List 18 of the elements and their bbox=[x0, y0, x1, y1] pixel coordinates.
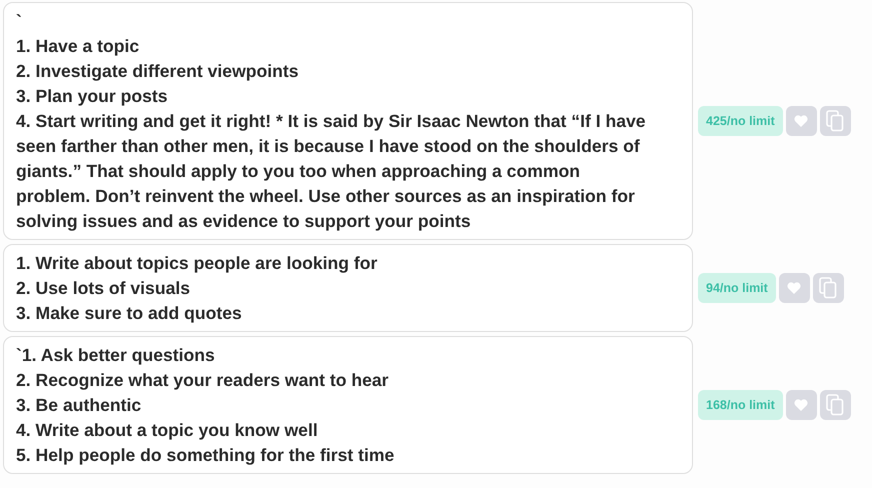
copy-icon bbox=[819, 277, 838, 299]
copy-icon bbox=[826, 394, 844, 416]
message-text: 1. Write about topics people are looking for 2. Use lots of visuals 3. Make sure to add quotes bbox=[16, 252, 378, 325]
character-count: 168/no limit bbox=[698, 390, 783, 420]
copy-button[interactable] bbox=[820, 106, 851, 136]
copy-button[interactable] bbox=[820, 390, 851, 420]
like-button[interactable] bbox=[786, 106, 817, 136]
like-button[interactable] bbox=[786, 390, 817, 420]
copy-button[interactable] bbox=[812, 273, 844, 303]
heart-icon bbox=[794, 115, 808, 127]
like-button[interactable] bbox=[778, 273, 810, 303]
heart-icon bbox=[787, 282, 802, 294]
character-count: 94/no limit bbox=[698, 273, 776, 303]
heart-icon bbox=[794, 399, 808, 411]
copy-icon bbox=[826, 110, 844, 132]
character-count: 425/no limit bbox=[698, 106, 783, 136]
message-text: `1. Ask better questions 2. Recognize what your readers want to hear 3. Be authentic 4. Write about a topic you know well 5. Help people do something for the first time bbox=[16, 344, 396, 467]
message-text: ` 1. Have a topic 2. Investigate different viewpoints 3. Plan your posts 4. Start writing and get it right! * It is said by Sir Isaac Newton that “If I have seen farther than other men, it is because I have stood on the shoulders of giants.” That should apply to you too when approaching a common problem. Don’t reinvent the wheel. Use other sources as an inspiration for solving issues and as evidence to support your points bbox=[16, 10, 647, 233]
